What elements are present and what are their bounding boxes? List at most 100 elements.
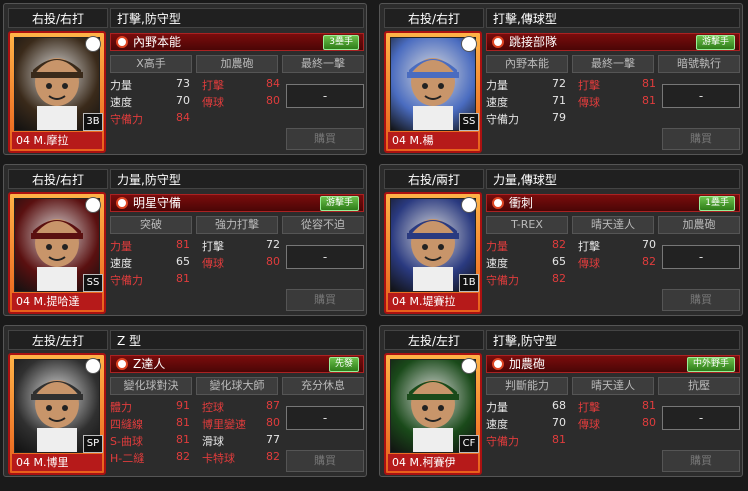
stat-label: 傳球 [578,96,600,109]
stat-label: 四縫線 [110,418,143,431]
position-badge: 1B [459,274,479,292]
card-name: 04 M.堤賽拉 [388,293,478,310]
stat-value: 65 [552,255,566,268]
card-name: 04 M.博里 [12,454,102,471]
stat-value: 82 [552,238,566,251]
skill-icon [492,197,504,209]
player-card[interactable]: SS 04 M.楊 [384,31,482,153]
stat-label: 傳球 [202,96,224,109]
skill-icon [116,358,128,370]
hand-label: 右投/右打 [8,169,108,189]
player-card[interactable]: 1B 04 M.堤賽拉 [384,192,482,314]
stat-label: 打擊 [202,240,224,253]
skill-name: 加農砲 [509,357,546,371]
buy-button[interactable]: 購買 [286,289,364,311]
sub-skill: X高手 [110,55,192,73]
player-card[interactable]: 3B 04 M.摩拉 [8,31,106,153]
stat-value: 70 [176,94,190,107]
stat-label: 傳球 [578,257,600,270]
sub-skill: 充分休息 [282,377,364,395]
card-name: 04 M.摩拉 [12,132,102,149]
stat-value: 81 [176,416,190,429]
position-tag: 中外野手 [686,357,735,372]
stat-value: 80 [266,416,280,429]
stat-label: 速度 [110,96,132,109]
player-panel: 左投/左打 Z 型 SP 04 M.博里 Z達人 先發 變化球對決 變化球大師 … [3,325,367,477]
position-badge: 3B [83,113,103,131]
hand-label: 左投/左打 [384,330,484,350]
stat-label: 傳球 [578,418,600,431]
stat-value: 81 [176,272,190,285]
price-input[interactable]: - [286,84,364,108]
stat-value: 82 [176,450,190,463]
player-panel: 左投/左打 打擊,防守型 CF 04 M.柯賽伊 加農砲 中外野手 判斷能力 晴… [379,325,743,477]
price-input[interactable]: - [662,406,740,430]
player-type: 力量,傳球型 [486,169,740,189]
skill-icon [116,36,128,48]
stat-label: 守備力 [486,274,519,287]
player-type: 打擊,防守型 [110,8,364,28]
stat-label: 傳球 [202,257,224,270]
team-logo-icon [461,358,477,374]
stat-value: 81 [642,94,656,107]
player-card[interactable]: SS 04 M.提哈達 [8,192,106,314]
stat-label: 守備力 [110,113,143,126]
sub-skill: 最終一擊 [572,55,654,73]
stat-value: 81 [176,433,190,446]
stat-label: 打擊 [578,79,600,92]
sub-skill: 加農砲 [196,55,278,73]
player-card[interactable]: SP 04 M.博里 [8,353,106,475]
hand-label: 右投/右打 [8,8,108,28]
stat-label: 打擊 [202,79,224,92]
stat-value: 72 [266,238,280,251]
position-tag: 先發 [328,357,359,372]
stat-value: 84 [176,111,190,124]
stat-label: 力量 [486,240,508,253]
team-logo-icon [461,197,477,213]
hand-label: 右投/兩打 [384,169,484,189]
stat-value: 82 [642,255,656,268]
stat-value: 82 [552,272,566,285]
stat-value: 80 [266,255,280,268]
stat-label: 力量 [110,79,132,92]
buy-button[interactable]: 購買 [286,128,364,150]
sub-skill: 加農砲 [658,216,740,234]
skill-bar: 衝刺 1壘手 [486,194,740,212]
position-badge: SP [83,435,103,453]
buy-button[interactable]: 購買 [662,289,740,311]
stat-value: 70 [642,238,656,251]
price-input[interactable]: - [662,245,740,269]
player-type: 打擊,傳球型 [486,8,740,28]
skill-bar: 明星守備 游擊手 [110,194,364,212]
player-panel: 右投/右打 打擊,防守型 3B 04 M.摩拉 內野本能 3壘手 X高手 加農砲… [3,3,367,155]
skill-icon [492,358,504,370]
player-panel: 右投/右打 力量,防守型 SS 04 M.提哈達 明星守備 游擊手 突破 強力打… [3,164,367,316]
sub-skill: 判斷能力 [486,377,568,395]
stat-label: H-二縫 [110,452,145,465]
buy-button[interactable]: 購買 [662,450,740,472]
stat-value: 84 [266,77,280,90]
position-tag: 3壘手 [323,35,359,50]
stat-label: 力量 [110,240,132,253]
stat-value: 65 [176,255,190,268]
buy-button[interactable]: 購買 [662,128,740,150]
stat-label: 體力 [110,401,132,414]
price-input[interactable]: - [286,406,364,430]
sub-skill: 從容不迫 [282,216,364,234]
team-logo-icon [85,36,101,52]
position-badge: CF [459,435,479,453]
skill-bar: 跳接部隊 游擊手 [486,33,740,51]
skill-name: 明星守備 [133,196,182,210]
buy-button[interactable]: 購買 [286,450,364,472]
stat-value: 80 [642,416,656,429]
stat-value: 71 [552,94,566,107]
stat-label: 力量 [486,79,508,92]
stat-label: 卡特球 [202,452,235,465]
card-name: 04 M.提哈達 [12,293,102,310]
price-input[interactable]: - [662,84,740,108]
skill-name: 衝刺 [509,196,534,210]
stat-label: 守備力 [486,435,519,448]
stat-value: 79 [552,111,566,124]
price-input[interactable]: - [286,245,364,269]
player-card[interactable]: CF 04 M.柯賽伊 [384,353,482,475]
